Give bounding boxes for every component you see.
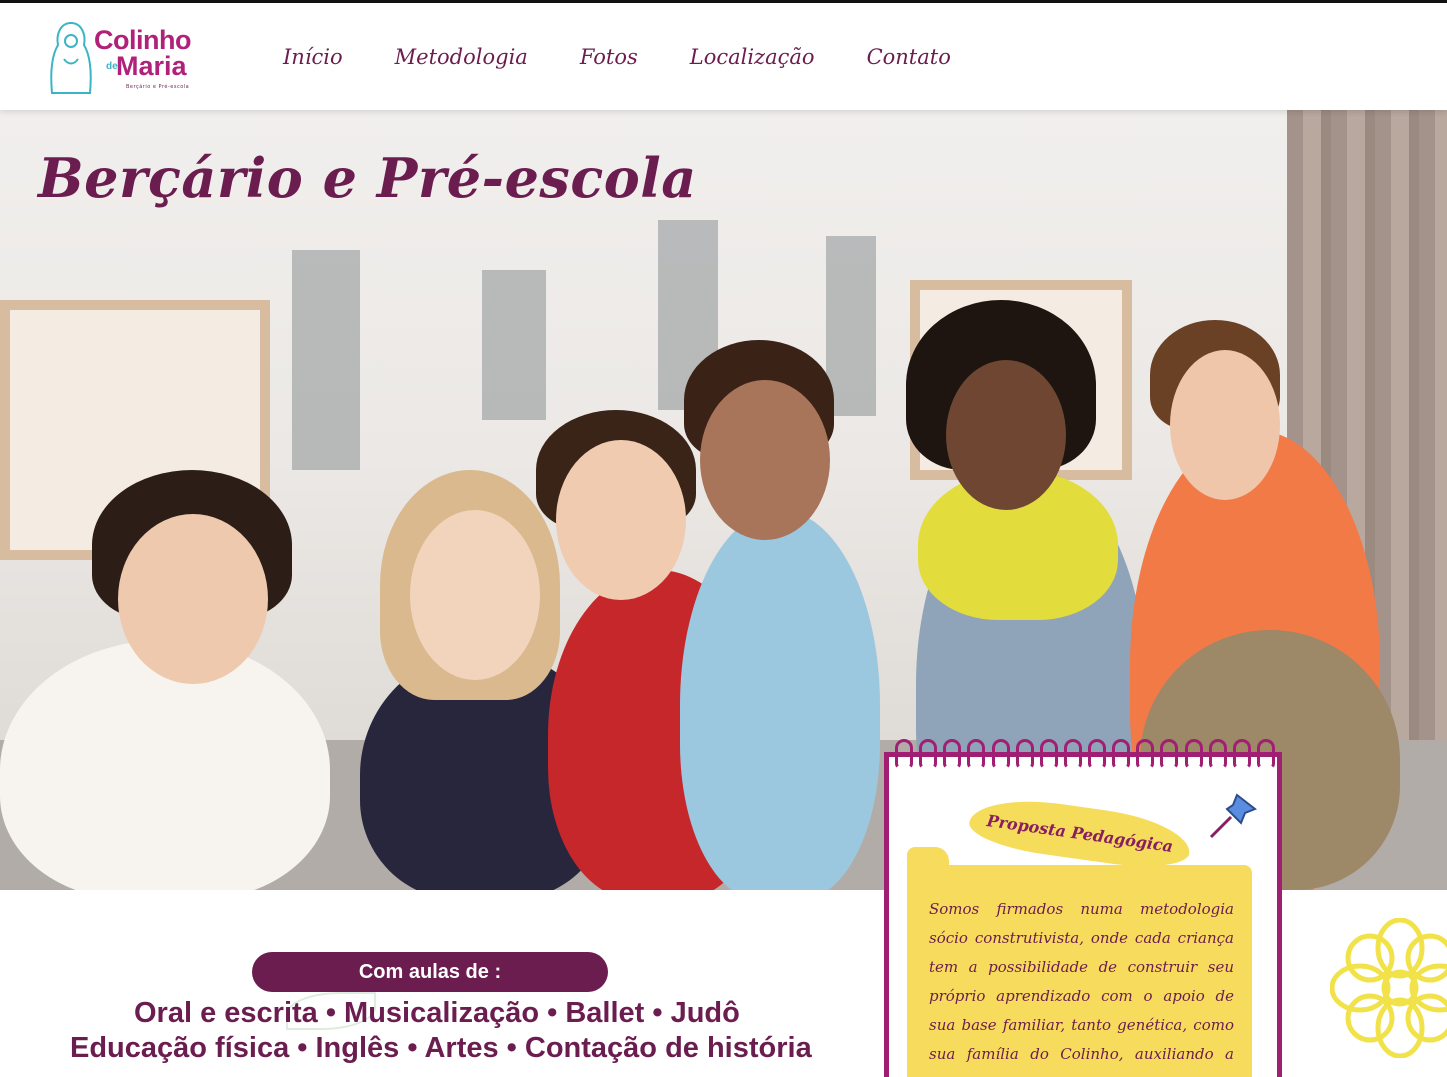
proposta-text: Somos firmados numa metodologia sócio co… — [929, 900, 1234, 1077]
proposta-card: Proposta Pedagógica Somos firmados numa … — [884, 739, 1282, 1077]
site-header: Colinho de Maria Berçário e Pré-escola I… — [0, 0, 1447, 110]
nav-metodologia[interactable]: Metodologia — [395, 45, 528, 69]
proposta-note: Somos firmados numa metodologia sócio co… — [907, 847, 1252, 1077]
logo-text-colinho: Colinho — [94, 25, 191, 55]
logo[interactable]: Colinho de Maria Berçário e Pré-escola — [46, 17, 226, 97]
courses-line-2: Educação física • Inglês • Artes • Conta… — [70, 1032, 812, 1064]
main-nav: Início Metodologia Fotos Localização Con… — [283, 45, 1003, 69]
proposta-title: Proposta Pedagógica — [985, 810, 1175, 856]
nav-inicio[interactable]: Início — [283, 45, 343, 69]
nav-localizacao[interactable]: Localização — [690, 45, 815, 69]
nav-fotos[interactable]: Fotos — [580, 45, 638, 69]
courses-header-label: Com aulas de : — [358, 960, 502, 983]
courses-line-1: Oral e escrita • Musicalização • Ballet … — [134, 997, 740, 1029]
courses-header: Com aulas de : — [252, 952, 608, 992]
logo-text-maria: Maria — [116, 51, 187, 81]
logo-mary-icon — [50, 21, 92, 94]
hero-title: Berçário e Pré-escola — [38, 146, 697, 210]
spiral-rings — [895, 739, 1275, 779]
pushpin-icon — [1209, 793, 1257, 839]
proposta-banner: Proposta Pedagógica — [966, 791, 1194, 875]
logo-tagline: Berçário e Pré-escola — [126, 84, 190, 90]
flower-icon — [1330, 918, 1447, 1058]
nav-contato[interactable]: Contato — [867, 45, 951, 69]
